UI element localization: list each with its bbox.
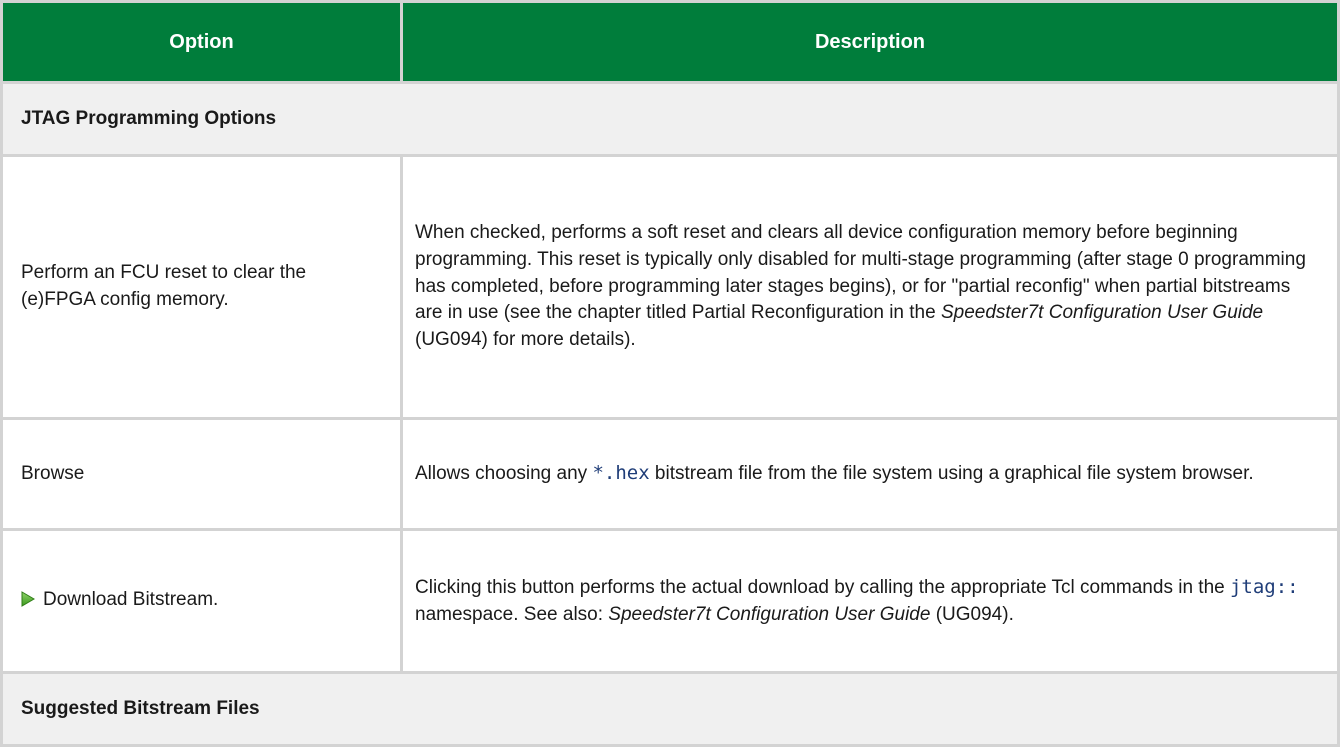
option-cell: Download Bitstream.	[0, 528, 403, 674]
code-hex: *.hex	[592, 462, 650, 485]
header-description: Description	[400, 0, 1340, 84]
table-row: Browse Allows choosing any *.hex bitstre…	[0, 417, 1340, 531]
option-cell: Perform an FCU reset to clear the (e)FPG…	[0, 154, 403, 420]
desc-text: namespace. See also:	[415, 603, 609, 625]
desc-text: bitstream file from the file system usin…	[649, 463, 1254, 485]
options-table: Option Description JTAG Programming Opti…	[0, 0, 1340, 747]
doc-link-title: Speedster7t Configuration User Guide	[608, 603, 931, 625]
play-icon	[21, 589, 35, 616]
header-option: Option	[0, 0, 403, 84]
section-title-suggested: Suggested Bitstream Files	[0, 671, 1340, 747]
section-row-jtag: JTAG Programming Options	[0, 81, 1340, 157]
section-row-suggested: Suggested Bitstream Files	[0, 671, 1340, 747]
option-fcu-reset: Perform an FCU reset to clear the (e)FPG…	[21, 262, 307, 310]
option-cell: Browse	[0, 417, 403, 531]
desc-text: Allows choosing any	[415, 463, 593, 485]
table-row: Perform an FCU reset to clear the (e)FPG…	[0, 154, 1340, 420]
code-jtag: jtag::	[1229, 575, 1299, 598]
option-browse: Browse	[21, 462, 85, 484]
doc-link-title: Speedster7t Configuration User Guide	[940, 302, 1264, 324]
desc-text: (UG094) for more details).	[415, 329, 636, 351]
table-row: Download Bitstream. Clicking this button…	[0, 528, 1340, 674]
desc-text: Clicking this button performs the actual…	[415, 576, 1230, 598]
description-cell: Allows choosing any *.hex bitstream file…	[400, 417, 1340, 531]
option-download-bitstream: Download Bitstream.	[43, 588, 219, 610]
section-title-jtag: JTAG Programming Options	[0, 81, 1340, 157]
desc-text: (UG094).	[930, 603, 1014, 625]
description-cell: Clicking this button performs the actual…	[400, 528, 1340, 674]
table-header-row: Option Description	[0, 0, 1340, 84]
description-cell: When checked, performs a soft reset and …	[400, 154, 1340, 420]
